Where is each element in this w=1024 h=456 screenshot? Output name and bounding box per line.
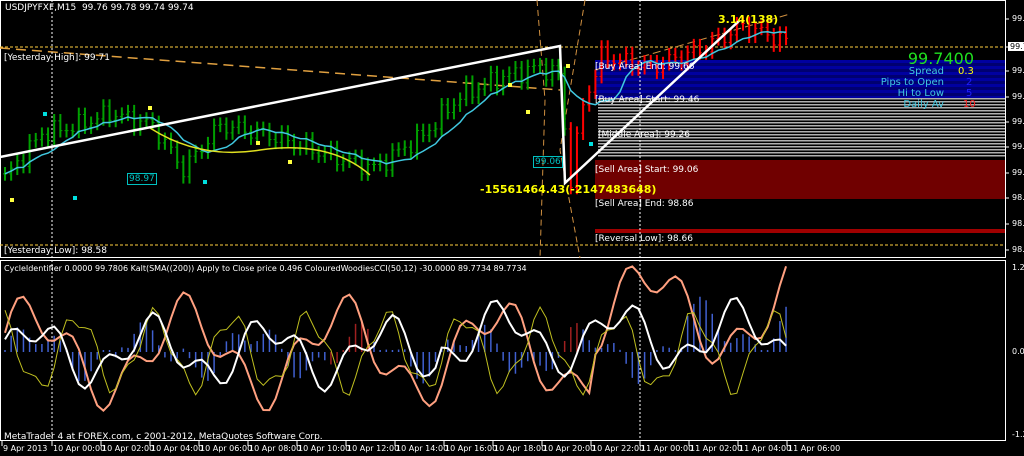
signal-dot: [288, 160, 292, 164]
middle-area-zone: [598, 152, 1005, 154]
indicator-axis-label: 0.00: [1012, 347, 1024, 356]
daily-av-label: Daily Av: [903, 99, 944, 110]
symbol-label: USDJPYFXF,M15: [5, 3, 77, 13]
sell-area-zone: [595, 160, 1005, 163]
signal-dot: [73, 196, 77, 200]
time-axis-label: 11 Apr 06:00: [788, 444, 841, 453]
signal-dot: [10, 198, 14, 202]
time-axis-label: 10 Apr 08:00: [249, 444, 302, 453]
buy-area-end-label: [Buy Area] End: 99.66: [595, 62, 695, 72]
sell-area-zone: [595, 184, 1005, 187]
time-axis-label: 10 Apr 12:00: [347, 444, 400, 453]
yesterday-high-label: [Yesterday High]: 99.71: [4, 53, 110, 63]
time-axis-label: 10 Apr 02:00: [102, 444, 155, 453]
middle-area-zone: [598, 146, 1005, 148]
sell-area-zone: [595, 181, 1005, 184]
white-oscillator-line: [4, 296, 787, 393]
price-axis-label: 99.60: [1012, 66, 1024, 75]
price-axis-label: 99.74: [1008, 42, 1024, 51]
hi-to-low-label: Hi to Low: [897, 88, 944, 99]
sell-area-start-label: [Sell Area] Start: 99.06: [595, 165, 699, 175]
middle-area-zone: [598, 113, 1005, 115]
middle-area-zone: [598, 125, 1005, 127]
yesterday-low-label: [Yesterday Low]: 98.58: [4, 246, 107, 256]
price-axis-label: 99.90: [1012, 14, 1024, 23]
signal-dot: [256, 141, 260, 145]
sell-area-end-label: [Sell Area] End: 98.86: [595, 199, 694, 209]
price-axis-label: 98.70: [1012, 219, 1024, 228]
time-axis-label: 10 Apr 20:00: [543, 444, 596, 453]
signal-dot: [566, 64, 570, 68]
time-axis-label: 10 Apr 22:00: [592, 444, 645, 453]
price-box-right: 99.06: [533, 156, 563, 168]
signal-dot: [148, 106, 152, 110]
ohlc-values: 99.76 99.78 99.74 99.74: [81, 3, 194, 13]
price-axis-label: 99.15: [1012, 142, 1024, 151]
time-axis-label: 10 Apr 04:00: [151, 444, 204, 453]
time-axis-label: 10 Apr 10:00: [298, 444, 351, 453]
price-axis-label: 98.85: [1012, 193, 1024, 202]
orange-channel-left: [536, 0, 546, 259]
time-axis-label: 10 Apr 00:00: [53, 444, 106, 453]
time-axis-label: 9 Apr 2013: [3, 444, 48, 453]
signal-dot: [203, 180, 207, 184]
sell-area-zone: [595, 190, 1005, 193]
signal-dot: [508, 83, 512, 87]
top-swing-label: 3.14(138): [718, 13, 779, 26]
salmon-oscillator-line: [4, 265, 788, 413]
price-axis-label: 99.00: [1012, 168, 1024, 177]
price-box-left: 98.97: [127, 173, 157, 185]
time-axis-label: 11 Apr 02:00: [690, 444, 743, 453]
chart-header: USDJPYFXF,M15 99.76 99.78 99.74 99.74: [5, 3, 194, 13]
price-axis-label: 99.30: [1012, 117, 1024, 126]
middle-area-zone: [598, 122, 1005, 124]
reversal-low-label: [Reversal Low]: 98.66: [595, 234, 693, 244]
sell-area-zone: [595, 175, 1005, 178]
chart-canvas[interactable]: [0, 0, 1024, 456]
bottom-swing-label: -15561464.43(-2147483648): [480, 183, 657, 196]
middle-area-label: [Middle Area]: 99.26: [598, 130, 690, 140]
daily-av-value: 10: [963, 99, 976, 110]
indicator-axis-label: 1.2: [1012, 263, 1024, 272]
middle-area-zone: [598, 110, 1005, 112]
sell-area-zone: [595, 178, 1005, 181]
price-axis-label: 98.55: [1012, 245, 1024, 254]
signal-dot: [43, 112, 47, 116]
sell-area-zone: [595, 187, 1005, 190]
middle-area-zone: [598, 149, 1005, 151]
time-axis-label: 10 Apr 06:00: [200, 444, 253, 453]
indicator-panel-border: [0, 260, 1006, 441]
time-axis-label: 10 Apr 14:00: [396, 444, 449, 453]
indicator-label: CycleIdentifier 0.0000 99.7806 Kalt(SMA(…: [4, 264, 527, 273]
time-axis-label: 11 Apr 00:00: [641, 444, 694, 453]
middle-area-zone: [598, 143, 1005, 145]
copyright-text: MetaTrader 4 at FOREX.com, c 2001-2012, …: [4, 432, 323, 442]
signal-dot: [589, 142, 593, 146]
pips-to-open-value: 2: [966, 77, 973, 88]
pips-to-open-label: Pips to Open: [880, 77, 944, 88]
middle-area-zone: [598, 140, 1005, 142]
time-axis-label: 11 Apr 04:00: [739, 444, 792, 453]
middle-area-zone: [598, 116, 1005, 118]
sell-area-zone: [595, 193, 1005, 196]
indicator-axis-label: -1.2: [1012, 430, 1024, 439]
signal-dot: [526, 110, 530, 114]
spread-value: 0.3: [958, 66, 974, 77]
reversal-low-zone: [595, 229, 1005, 233]
middle-area-zone: [598, 155, 1005, 157]
price-axis-label: 99.45: [1012, 92, 1024, 101]
time-axis-label: 10 Apr 16:00: [445, 444, 498, 453]
middle-area-zone: [598, 119, 1005, 121]
hi-to-low-value: 5: [966, 88, 973, 99]
time-axis-label: 10 Apr 18:00: [494, 444, 547, 453]
buy-area-start-label: [Buy Area] Start: 99.46: [595, 95, 700, 105]
spread-label: Spread: [908, 66, 944, 77]
